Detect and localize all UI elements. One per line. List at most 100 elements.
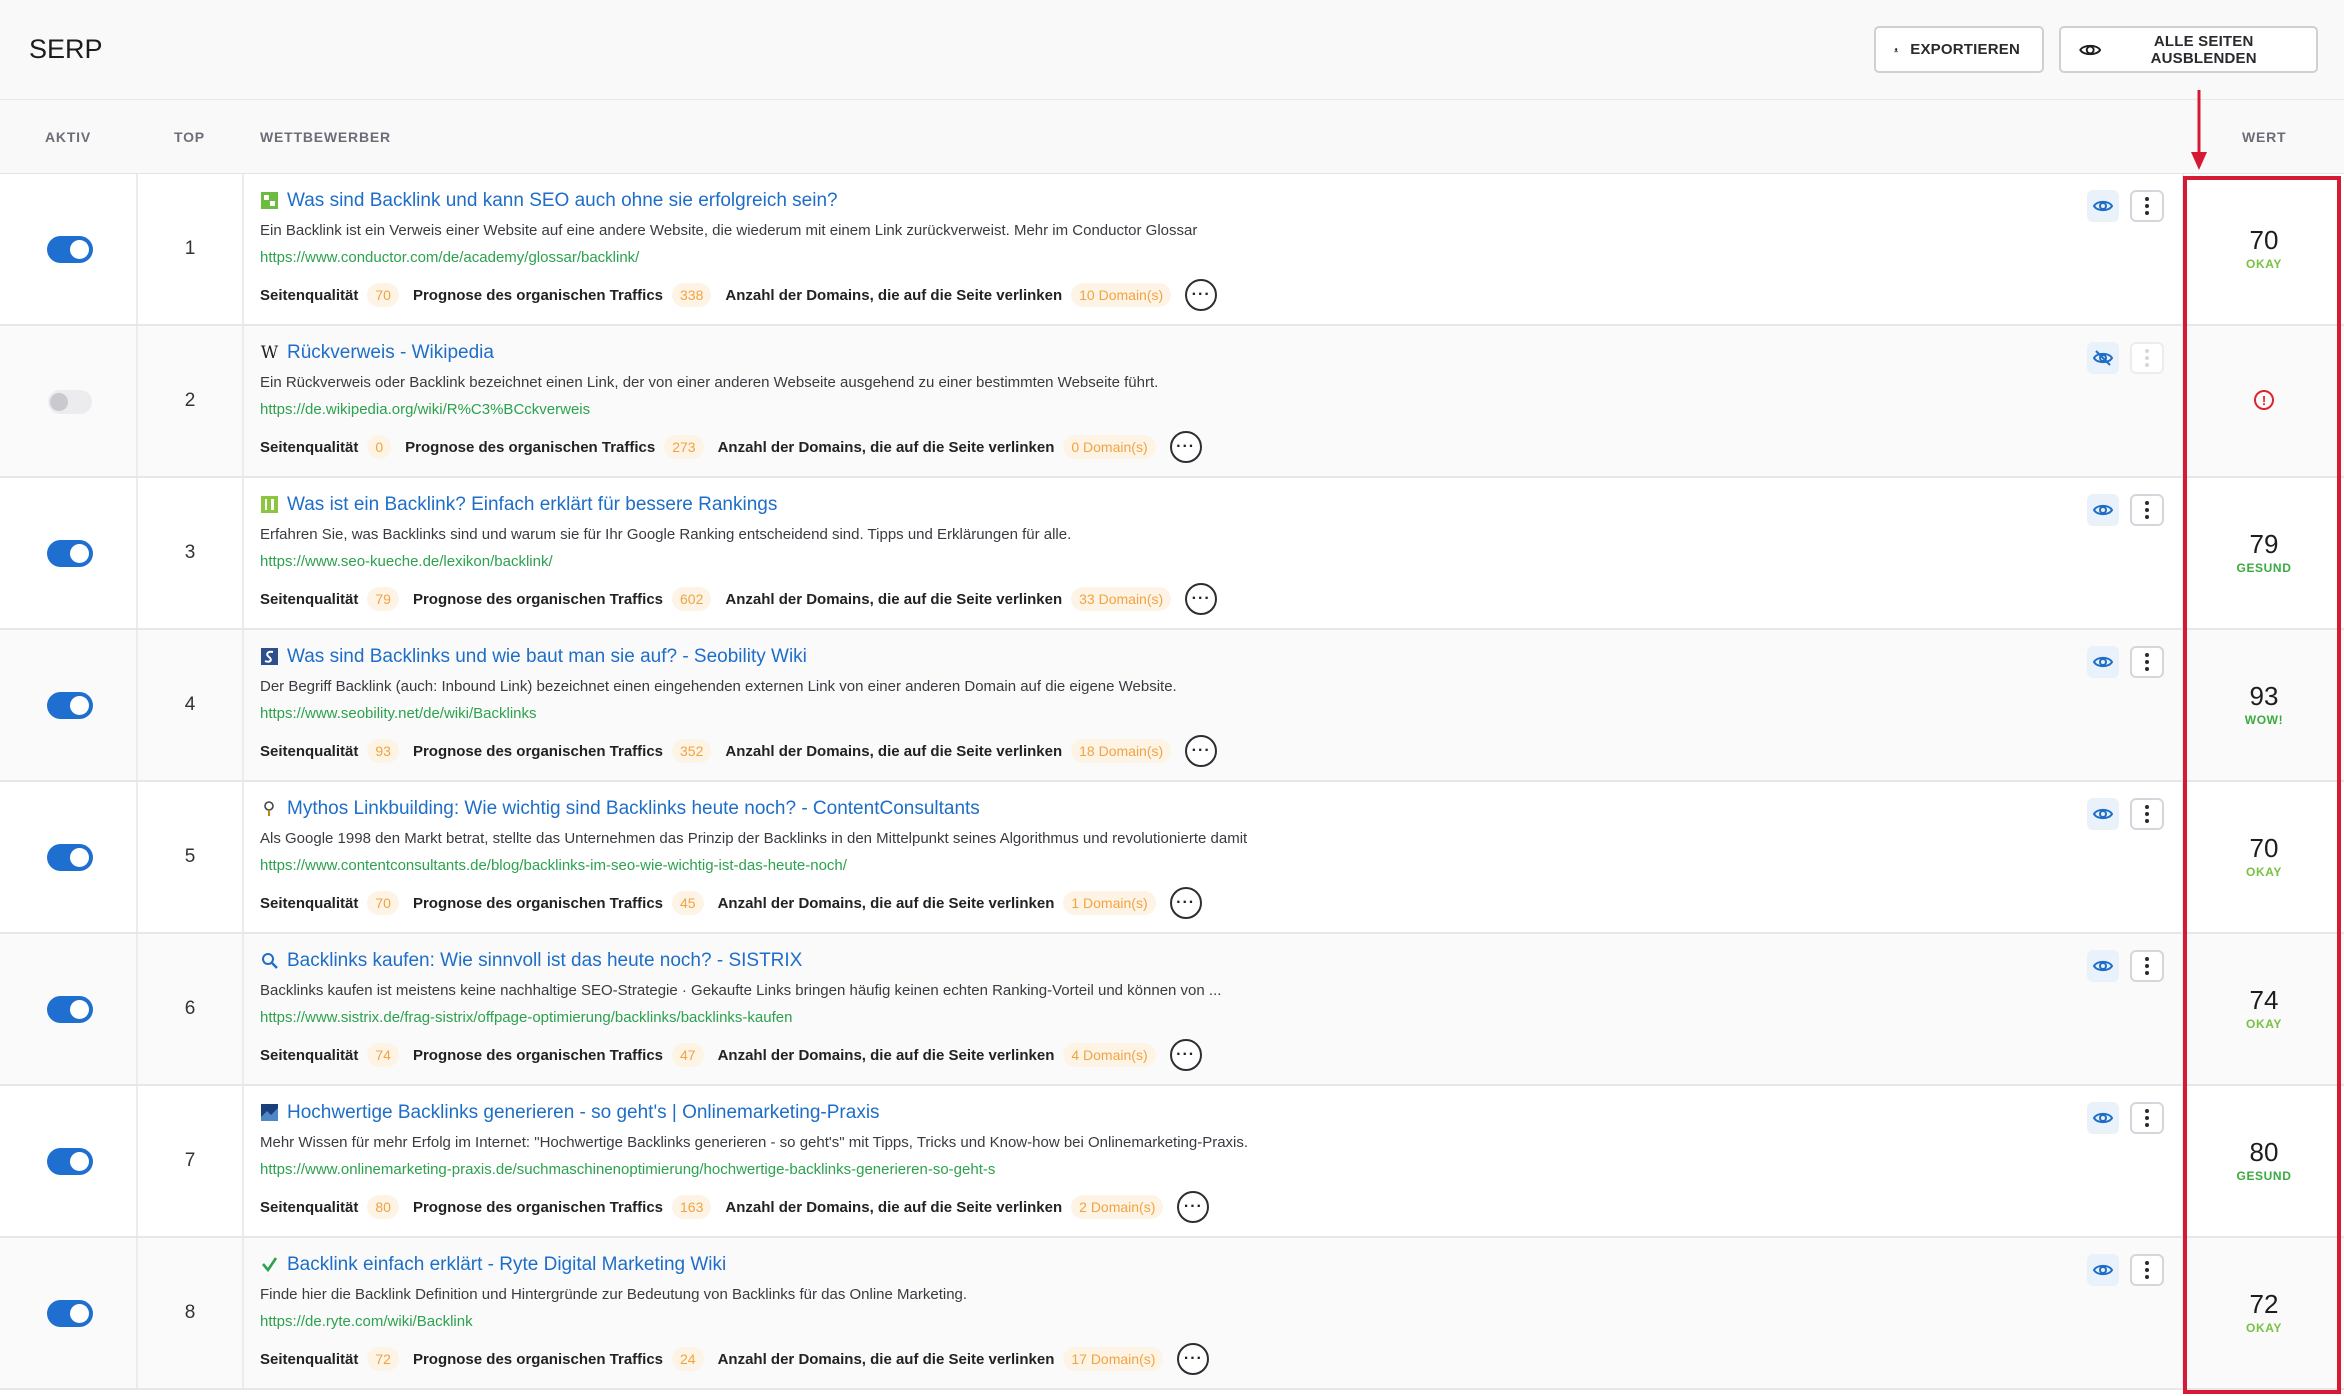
result-url-link[interactable]: https://www.onlinemarketing-praxis.de/su… xyxy=(260,1161,995,1178)
domains-badge: 2 Domain(s) xyxy=(1071,1195,1164,1219)
result-description: Mehr Wissen für mehr Erfolg im Internet:… xyxy=(260,1134,1249,1151)
table-row: 2 W Rückverweis - Wikipedia Ein Rückverw… xyxy=(0,326,2344,478)
quality-label: Seitenqualität xyxy=(260,286,359,304)
row-menu-button[interactable] xyxy=(2130,798,2164,830)
score-value: 74 xyxy=(2249,985,2279,1015)
metrics-line: Seitenqualität 80 Prognose des organisch… xyxy=(260,1191,1210,1223)
row-menu-button[interactable] xyxy=(2130,1254,2164,1286)
result-title-link[interactable]: Was sind Backlink und kann SEO auch ohne… xyxy=(287,190,838,212)
active-toggle[interactable] xyxy=(47,996,93,1023)
result-description: Der Begriff Backlink (auch: Inbound Link… xyxy=(260,678,1177,695)
more-options-button[interactable]: ··· xyxy=(1185,583,1218,615)
quality-badge: 72 xyxy=(367,1347,399,1371)
column-header-wettbewerber[interactable]: WETTBEWERBER xyxy=(260,129,391,145)
quality-label: Seitenqualität xyxy=(260,590,359,608)
visibility-button[interactable] xyxy=(2087,1254,2119,1286)
row-menu-button[interactable] xyxy=(2130,342,2164,374)
metrics-line: Seitenqualität 0 Prognose des organische… xyxy=(260,431,1202,463)
quality-badge: 93 xyxy=(367,739,399,763)
row-menu-button[interactable] xyxy=(2130,646,2164,678)
kebab-icon xyxy=(2145,1109,2149,1127)
quality-badge: 0 xyxy=(367,435,392,459)
result-title-link[interactable]: Hochwertige Backlinks generieren - so ge… xyxy=(287,1102,880,1124)
visibility-button[interactable] xyxy=(2087,1102,2119,1134)
result-url-link[interactable]: https://www.contentconsultants.de/blog/b… xyxy=(260,857,847,874)
column-header-wert[interactable]: WERT xyxy=(2242,129,2286,145)
result-description: Ein Rückverweis oder Backlink bezeichnet… xyxy=(260,374,1159,391)
more-options-button[interactable]: ··· xyxy=(1185,279,1218,311)
kebab-icon xyxy=(2145,957,2149,975)
traffic-label: Prognose des organischen Traffics xyxy=(412,894,664,912)
result-description: Als Google 1998 den Markt betrat, stellt… xyxy=(260,830,1248,847)
active-toggle[interactable] xyxy=(48,390,92,414)
domains-label: Anzahl der Domains, die auf die Seite ve… xyxy=(717,1046,1055,1064)
eye-icon xyxy=(2093,656,2113,668)
result-title-link[interactable]: Rückverweis - Wikipedia xyxy=(287,342,494,364)
column-header-top[interactable]: TOP xyxy=(174,129,205,145)
eye-icon xyxy=(2093,1112,2113,1124)
visibility-button[interactable] xyxy=(2087,342,2119,374)
rank-number: 7 xyxy=(184,1150,196,1171)
row-menu-button[interactable] xyxy=(2130,1102,2164,1134)
eye-off-icon xyxy=(2093,350,2113,366)
quality-badge: 74 xyxy=(367,1043,399,1067)
result-description: Erfahren Sie, was Backlinks sind und war… xyxy=(260,526,1072,543)
active-toggle[interactable] xyxy=(47,1148,93,1175)
visibility-button[interactable] xyxy=(2087,494,2119,526)
active-toggle[interactable] xyxy=(47,692,93,719)
row-menu-button[interactable] xyxy=(2130,190,2164,222)
result-url-link[interactable]: https://de.ryte.com/wiki/Backlink xyxy=(260,1313,473,1330)
table-row: 3 Was ist ein Backlink? Einfach erklärt … xyxy=(0,478,2344,630)
score-label: GESUND xyxy=(2236,561,2292,575)
result-url-link[interactable]: https://www.sistrix.de/frag-sistrix/offp… xyxy=(260,1009,792,1026)
result-url-link[interactable]: https://www.conductor.com/de/academy/glo… xyxy=(260,249,639,266)
score-label: OKAY xyxy=(2246,1017,2282,1031)
column-header-aktiv[interactable]: AKTIV xyxy=(45,129,91,145)
more-options-button[interactable]: ··· xyxy=(1185,735,1218,767)
active-toggle[interactable] xyxy=(47,844,93,871)
domains-badge: 33 Domain(s) xyxy=(1071,587,1172,611)
result-title-link[interactable]: Was ist ein Backlink? Einfach erklärt fü… xyxy=(287,494,777,516)
domains-label: Anzahl der Domains, die auf die Seite ve… xyxy=(717,438,1055,456)
table-row: 4 Was sind Backlinks und wie baut man si… xyxy=(0,630,2344,782)
result-url-link[interactable]: https://de.wikipedia.org/wiki/R%C3%BCckv… xyxy=(260,401,590,418)
result-title-link[interactable]: Was sind Backlinks und wie baut man sie … xyxy=(287,646,807,668)
traffic-label: Prognose des organischen Traffics xyxy=(412,1198,664,1216)
ryte-icon xyxy=(260,1255,279,1274)
active-toggle[interactable] xyxy=(47,540,93,567)
active-toggle[interactable] xyxy=(47,1300,93,1327)
visibility-button[interactable] xyxy=(2087,190,2119,222)
table-row: 6 Backlinks kaufen: Wie sinnvoll ist das… xyxy=(0,934,2344,1086)
row-menu-button[interactable] xyxy=(2130,950,2164,982)
more-options-button[interactable]: ··· xyxy=(1177,1191,1210,1223)
rank-number: 5 xyxy=(184,846,196,867)
more-options-button[interactable]: ··· xyxy=(1169,887,1202,919)
metrics-line: Seitenqualität 93 Prognose des organisch… xyxy=(260,735,1218,767)
traffic-badge: 273 xyxy=(664,435,704,459)
result-title-link[interactable]: Mythos Linkbuilding: Wie wichtig sind Ba… xyxy=(287,798,980,820)
result-url-link[interactable]: https://www.seo-kueche.de/lexikon/backli… xyxy=(260,553,553,570)
eye-icon xyxy=(2093,960,2113,972)
export-button[interactable]: EXPORTIEREN xyxy=(1874,26,2044,73)
visibility-button[interactable] xyxy=(2087,950,2119,982)
annotation-arrow xyxy=(2191,90,2207,170)
domains-badge: 18 Domain(s) xyxy=(1071,739,1172,763)
more-options-button[interactable]: ··· xyxy=(1177,1343,1210,1375)
more-options-button[interactable]: ··· xyxy=(1169,1039,1202,1071)
result-title-link[interactable]: Backlinks kaufen: Wie sinnvoll ist das h… xyxy=(287,950,802,972)
active-toggle[interactable] xyxy=(47,236,93,263)
row-menu-button[interactable] xyxy=(2130,494,2164,526)
visibility-button[interactable] xyxy=(2087,798,2119,830)
domains-label: Anzahl der Domains, die auf die Seite ve… xyxy=(725,742,1063,760)
eye-icon xyxy=(2093,808,2113,820)
score-cell: 79 GESUND xyxy=(2186,530,2342,575)
result-url-link[interactable]: https://www.seobility.net/de/wiki/Backli… xyxy=(260,705,537,722)
visibility-button[interactable] xyxy=(2087,646,2119,678)
result-title-link[interactable]: Backlink einfach erklärt - Ryte Digital … xyxy=(287,1254,726,1276)
quality-label: Seitenqualität xyxy=(260,742,359,760)
eye-icon xyxy=(2093,1264,2113,1276)
more-options-button[interactable]: ··· xyxy=(1169,431,1202,463)
domains-badge: 4 Domain(s) xyxy=(1063,1043,1156,1067)
kebab-icon xyxy=(2145,805,2149,823)
hide-all-pages-button[interactable]: ALLE SEITEN AUSBLENDEN xyxy=(2059,26,2318,73)
